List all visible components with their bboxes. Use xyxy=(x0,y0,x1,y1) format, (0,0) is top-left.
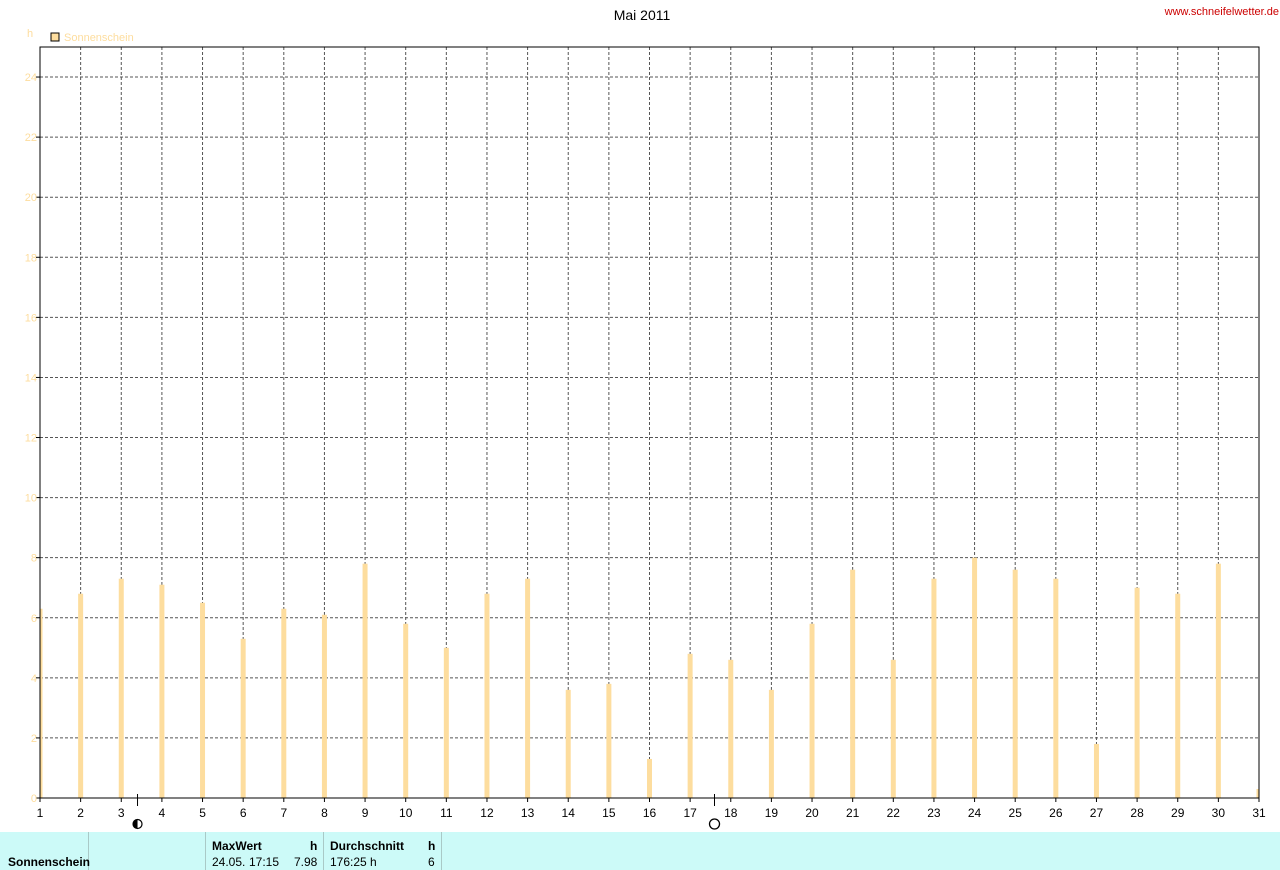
y-tick-label: 8 xyxy=(31,553,37,565)
footer-separator xyxy=(323,832,324,870)
x-tick-label: 13 xyxy=(521,806,535,820)
bar xyxy=(647,758,652,798)
statistics-footer: Sonnenschein MaxWert h 24.05. 17:15 7.98… xyxy=(0,832,1280,870)
bar xyxy=(281,608,287,798)
bar xyxy=(118,578,124,798)
avg-unit: h xyxy=(428,839,436,853)
y-tick-label: 16 xyxy=(25,312,37,324)
site-url[interactable]: www.schneifelwetter.de xyxy=(1164,6,1279,18)
bar xyxy=(484,593,490,798)
x-tick-label: 12 xyxy=(480,806,494,820)
y-tick-label: 6 xyxy=(31,613,37,625)
x-tick-label: 27 xyxy=(1090,806,1104,820)
y-tick-label: 22 xyxy=(25,132,37,144)
y-tick-label: 10 xyxy=(25,493,37,505)
y-tick-label: 24 xyxy=(25,72,37,84)
bar xyxy=(565,689,571,798)
avg-total: 176:25 h xyxy=(330,855,377,869)
bar xyxy=(850,569,856,798)
bar xyxy=(809,623,815,798)
x-tick-label: 17 xyxy=(683,806,697,820)
bar xyxy=(768,689,774,798)
x-tick-label: 21 xyxy=(846,806,860,820)
bar xyxy=(200,602,206,798)
ticks-layer: 0246810121416182022241 2 3 4 5 6 7 8 9 10 11 12 13 14… xyxy=(25,72,1266,820)
x-tick-label: 11 xyxy=(440,806,453,820)
x-tick-label: 14 xyxy=(562,806,576,820)
bar xyxy=(525,578,531,798)
bar xyxy=(159,584,165,798)
x-tick-label: 30 xyxy=(1212,806,1226,820)
bar xyxy=(362,563,368,798)
bar xyxy=(1053,578,1059,798)
sunshine-chart: Mai 2011 www.schneifelwetter.de h Sonnen… xyxy=(25,6,1279,830)
bar xyxy=(240,638,246,798)
footer-separator xyxy=(441,832,442,870)
legend-swatch xyxy=(50,32,60,42)
x-tick-label: 15 xyxy=(602,806,616,820)
moon-layer xyxy=(132,794,721,830)
footer-row-label: Sonnenschein xyxy=(8,855,91,869)
legend-label: Sonnenschein xyxy=(64,32,134,44)
max-value: 7.98 xyxy=(294,855,318,869)
y-tick-label: 4 xyxy=(31,673,37,685)
x-tick-label: 29 xyxy=(1171,806,1185,820)
bar xyxy=(890,659,896,798)
x-tick-label: 2 xyxy=(77,806,84,820)
bar xyxy=(728,659,734,798)
bar xyxy=(931,578,937,798)
x-tick-label: 23 xyxy=(927,806,941,820)
x-tick-label: 26 xyxy=(1049,806,1063,820)
x-tick-label: 8 xyxy=(321,806,328,820)
x-tick-label: 24 xyxy=(968,806,982,820)
x-tick-label: 7 xyxy=(280,806,287,820)
grid-layer xyxy=(40,47,1259,798)
x-tick-label: 5 xyxy=(199,806,206,820)
y-tick-label: 14 xyxy=(25,372,37,384)
bar xyxy=(1175,593,1181,798)
bar xyxy=(972,557,978,798)
footer-separator xyxy=(205,832,206,870)
x-tick-label: 9 xyxy=(362,806,369,820)
bar xyxy=(687,653,693,798)
x-tick-label: 16 xyxy=(643,806,657,820)
x-tick-label: 3 xyxy=(118,806,125,820)
y-tick-label: 12 xyxy=(25,433,37,445)
x-tick-label: 1 xyxy=(37,806,44,820)
avg-value: 6 xyxy=(428,855,435,869)
y-tick-label: 2 xyxy=(31,733,37,745)
bar xyxy=(1093,743,1099,798)
bar xyxy=(321,614,327,798)
max-unit: h xyxy=(310,839,318,853)
x-tick-label: 19 xyxy=(765,806,779,820)
max-date: 24.05. xyxy=(212,855,246,869)
max-header: MaxWert xyxy=(212,839,262,853)
bar xyxy=(1012,569,1018,798)
x-tick-label: 18 xyxy=(724,806,738,820)
chart-title: Mai 2011 xyxy=(614,7,671,23)
x-tick-label: 22 xyxy=(887,806,901,820)
x-tick-label: 20 xyxy=(805,806,819,820)
bar xyxy=(78,593,84,798)
x-tick-label: 28 xyxy=(1130,806,1144,820)
bar xyxy=(403,623,409,798)
y-axis-unit: h xyxy=(27,28,33,40)
bar xyxy=(1215,563,1221,798)
y-tick-label: 20 xyxy=(25,192,37,204)
x-tick-label: 10 xyxy=(399,806,413,820)
x-tick-label: 31 xyxy=(1252,806,1266,820)
x-tick-label: 4 xyxy=(159,806,166,820)
bar xyxy=(1134,587,1140,798)
full-moon-icon xyxy=(708,818,721,830)
bar xyxy=(606,683,612,798)
x-tick-label: 25 xyxy=(1009,806,1023,820)
avg-header: Durchschnitt xyxy=(330,839,405,853)
max-time: 17:15 xyxy=(249,855,280,869)
bar xyxy=(443,647,449,798)
y-tick-label: 18 xyxy=(25,252,37,264)
x-tick-label: 6 xyxy=(240,806,247,820)
y-tick-label: 0 xyxy=(31,793,37,805)
